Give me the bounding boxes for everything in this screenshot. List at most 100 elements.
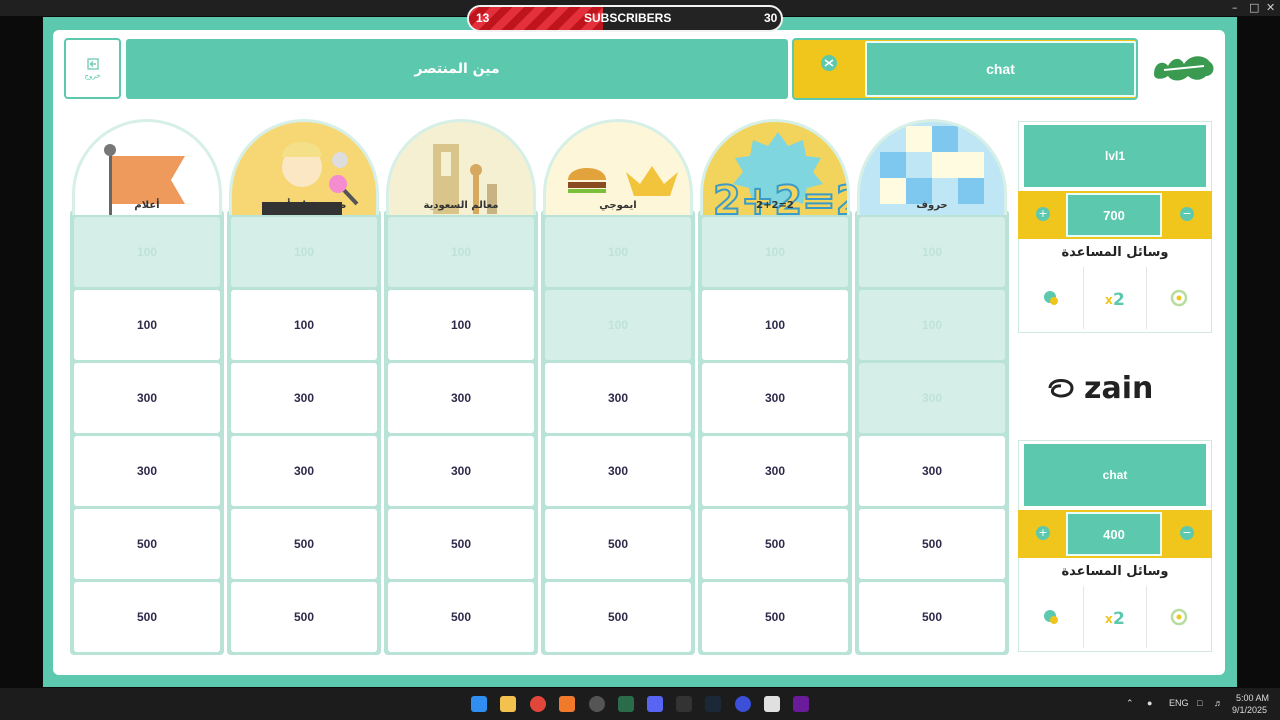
question-cell[interactable]: 300 bbox=[702, 436, 848, 506]
svg-text:x: x bbox=[1105, 293, 1113, 307]
clock-date[interactable]: 9/1/2025 bbox=[1232, 705, 1267, 715]
language-indicator[interactable]: ENG bbox=[1169, 698, 1189, 708]
category-name: ايموجي bbox=[599, 200, 637, 211]
question-cell: 100 bbox=[702, 217, 848, 287]
svg-text:2: 2 bbox=[1113, 290, 1125, 308]
steam-icon[interactable] bbox=[705, 696, 721, 712]
sponsor-logo: zain bbox=[1048, 371, 1153, 406]
subscribers-label: SUBSCRIBERS bbox=[584, 11, 672, 25]
question-cell[interactable]: 100 bbox=[231, 290, 377, 360]
team-2-aids: x2 bbox=[1020, 586, 1210, 648]
category-name: صوت فنان أجنبي bbox=[261, 200, 347, 211]
subscribers-goal: 30 bbox=[764, 11, 778, 25]
tray-chevron-icon[interactable]: ⌃ bbox=[1126, 698, 1134, 709]
minimize-icon[interactable]: – bbox=[1232, 1, 1238, 14]
subscribers-goal-bar: 13 SUBSCRIBERS 30 bbox=[467, 5, 783, 32]
team-2-plus-button[interactable]: + bbox=[1036, 526, 1050, 540]
question-cell[interactable]: 100 bbox=[702, 290, 848, 360]
team-1-plus-button[interactable]: + bbox=[1036, 207, 1050, 221]
question-cell[interactable]: 500 bbox=[859, 582, 1005, 652]
team-2-score-panel: + 400 − bbox=[1018, 510, 1212, 558]
question-cell[interactable]: 300 bbox=[545, 363, 691, 433]
question-cell[interactable]: 300 bbox=[388, 436, 534, 506]
category-header[interactable]: حروف bbox=[857, 119, 1007, 215]
svg-text:2: 2 bbox=[1113, 609, 1125, 627]
app-icon[interactable] bbox=[793, 696, 809, 712]
current-turn-team: chat bbox=[865, 41, 1136, 97]
question-cell: 100 bbox=[859, 217, 1005, 287]
exit-button[interactable]: خروج bbox=[64, 38, 121, 99]
microphone-icon[interactable]: ● bbox=[1147, 698, 1152, 708]
question-cell[interactable]: 500 bbox=[702, 509, 848, 579]
question-cell[interactable]: 300 bbox=[74, 436, 220, 506]
category-header[interactable]: أعلام bbox=[72, 119, 222, 215]
close-icon[interactable]: ✕ bbox=[1266, 1, 1275, 14]
skip-icon[interactable] bbox=[1147, 586, 1210, 648]
clock-time[interactable]: 5:00 AM bbox=[1236, 693, 1269, 703]
chrome-icon[interactable] bbox=[530, 696, 546, 712]
category-header[interactable]: صوت فنان أجنبي bbox=[229, 119, 379, 215]
exit-label: خروج bbox=[84, 71, 101, 80]
question-cell[interactable]: 500 bbox=[545, 509, 691, 579]
start-icon[interactable] bbox=[471, 696, 487, 712]
current-turn-panel: chat bbox=[792, 38, 1138, 100]
question-cell[interactable]: 500 bbox=[74, 582, 220, 652]
team-1-minus-button[interactable]: − bbox=[1180, 207, 1194, 221]
app-icon[interactable] bbox=[559, 696, 575, 712]
question-cell[interactable]: 300 bbox=[859, 436, 1005, 506]
question-cell: 100 bbox=[545, 217, 691, 287]
obs-icon[interactable] bbox=[589, 696, 605, 712]
file-explorer-icon[interactable] bbox=[500, 696, 516, 712]
team-1-score: 700 bbox=[1066, 193, 1162, 237]
who-won-button[interactable]: مين المنتصر bbox=[126, 39, 788, 99]
question-cell[interactable]: 100 bbox=[74, 290, 220, 360]
question-cell: 100 bbox=[74, 217, 220, 287]
question-cell[interactable]: 300 bbox=[388, 363, 534, 433]
question-cell[interactable]: 300 bbox=[702, 363, 848, 433]
question-cell[interactable]: 100 bbox=[388, 290, 534, 360]
category-header[interactable]: معالم السعودية bbox=[386, 119, 536, 215]
team-2-aids-title: وسائل المساعدة bbox=[1061, 564, 1169, 579]
category-name: 2+2=2 bbox=[756, 200, 794, 211]
volume-icon[interactable]: ♬ bbox=[1214, 698, 1223, 708]
question-cell[interactable]: 300 bbox=[231, 436, 377, 506]
exit-icon bbox=[86, 57, 99, 70]
team-2-score: 400 bbox=[1066, 512, 1162, 556]
question-cell[interactable]: 300 bbox=[74, 363, 220, 433]
double-icon[interactable]: x2 bbox=[1084, 586, 1148, 648]
skip-icon[interactable] bbox=[1147, 267, 1210, 329]
question-cell[interactable]: 500 bbox=[388, 509, 534, 579]
question-cell[interactable]: 500 bbox=[74, 509, 220, 579]
team-1-aids-title: وسائل المساعدة bbox=[1061, 245, 1169, 260]
question-cell[interactable]: 500 bbox=[388, 582, 534, 652]
question-cell: 100 bbox=[859, 290, 1005, 360]
terminal-icon[interactable] bbox=[618, 696, 634, 712]
category-header[interactable]: 2+2=2 2+2=2 bbox=[700, 119, 850, 215]
question-cell[interactable]: 500 bbox=[702, 582, 848, 652]
double-icon[interactable]: x2 bbox=[1084, 267, 1148, 329]
maximize-icon[interactable]: □ bbox=[1249, 1, 1259, 14]
app-icon[interactable] bbox=[735, 696, 751, 712]
game-logo bbox=[1154, 56, 1214, 81]
taskbar bbox=[0, 688, 1280, 720]
app-icon[interactable] bbox=[764, 696, 780, 712]
discord-icon[interactable] bbox=[647, 696, 663, 712]
team-2-minus-button[interactable]: − bbox=[1180, 526, 1194, 540]
team-1-aids: x2 bbox=[1020, 267, 1210, 329]
call-friend-icon[interactable] bbox=[1020, 267, 1084, 329]
svg-text:x: x bbox=[1105, 612, 1113, 626]
question-cell[interactable]: 500 bbox=[545, 582, 691, 652]
question-cell[interactable]: 500 bbox=[231, 509, 377, 579]
question-cell: 100 bbox=[231, 217, 377, 287]
question-cell[interactable]: 500 bbox=[231, 582, 377, 652]
question-cell[interactable]: 500 bbox=[859, 509, 1005, 579]
question-cell[interactable]: 300 bbox=[545, 436, 691, 506]
category-header[interactable]: ايموجي bbox=[543, 119, 693, 215]
team-1-name: lvl1 bbox=[1024, 125, 1206, 187]
network-icon[interactable]: □ bbox=[1197, 698, 1202, 708]
call-friend-icon[interactable] bbox=[1020, 586, 1084, 648]
category-name: معالم السعودية bbox=[423, 200, 499, 211]
app-icon[interactable] bbox=[676, 696, 692, 712]
turn-swap-icon[interactable] bbox=[812, 54, 846, 84]
question-cell[interactable]: 300 bbox=[231, 363, 377, 433]
